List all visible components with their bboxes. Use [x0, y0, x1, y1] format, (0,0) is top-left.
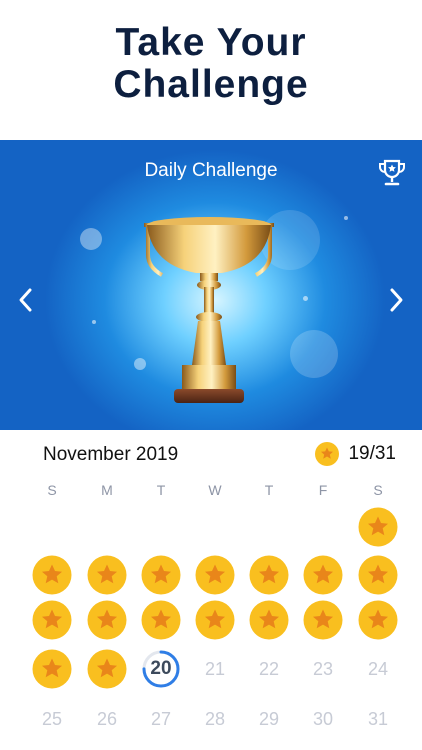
star-coin-icon	[195, 600, 235, 640]
star-coin-icon	[249, 600, 289, 640]
completed-day-12[interactable]	[141, 600, 181, 640]
day-number: 26	[96, 708, 118, 729]
page-headline: Take Your Challenge	[0, 22, 422, 106]
weekday-label: T	[156, 482, 166, 498]
star-coin-icon	[303, 555, 343, 595]
star-coin-icon	[195, 555, 235, 595]
day-number: 25	[41, 708, 63, 729]
star-coin-icon	[87, 555, 127, 595]
bokeh-light	[92, 320, 96, 324]
day-31[interactable]: 31	[358, 699, 398, 739]
day-number: 28	[204, 708, 226, 729]
challenge-progress: 19/31	[315, 442, 396, 466]
completed-day-11[interactable]	[87, 600, 127, 640]
day-30[interactable]: 30	[303, 699, 343, 739]
completed-day-7[interactable]	[249, 555, 289, 595]
star-coin-icon	[249, 555, 289, 595]
star-coin-icon	[358, 600, 398, 640]
day-number: 31	[367, 708, 389, 729]
star-coin-icon	[32, 555, 72, 595]
banner-title: Daily Challenge	[144, 160, 278, 181]
completed-day-3[interactable]	[32, 555, 72, 595]
completed-day-15[interactable]	[303, 600, 343, 640]
day-24[interactable]: 24	[358, 649, 398, 689]
bokeh-light	[344, 216, 348, 220]
star-coin-icon	[315, 442, 340, 466]
chevron-left-icon[interactable]	[14, 285, 38, 315]
chevron-right-icon[interactable]	[384, 285, 408, 315]
bokeh-light	[290, 330, 338, 378]
day-number: 23	[312, 658, 334, 679]
completed-day-10[interactable]	[32, 600, 72, 640]
star-coin-icon	[32, 649, 72, 689]
day-23[interactable]: 23	[303, 649, 343, 689]
daily-challenge-banner: Daily Challenge	[0, 140, 422, 430]
bokeh-light	[80, 228, 102, 250]
star-coin-icon	[32, 600, 72, 640]
headline-line-2: Challenge	[113, 63, 309, 106]
day-number: 29	[258, 708, 280, 729]
star-coin-icon	[87, 649, 127, 689]
star-coin-icon	[141, 555, 181, 595]
headline-line-1: Take Your	[115, 21, 307, 64]
day-25[interactable]: 25	[32, 699, 72, 739]
day-26[interactable]: 26	[87, 699, 127, 739]
completed-day-9[interactable]	[358, 555, 398, 595]
weekday-label: S	[373, 482, 383, 498]
completed-day-17[interactable]	[32, 649, 72, 689]
weekday-label: M	[101, 482, 113, 498]
weekday-label: W	[208, 482, 222, 498]
trophy-star-icon[interactable]	[376, 157, 408, 189]
star-coin-icon	[87, 600, 127, 640]
weekday-label: F	[318, 482, 328, 498]
day-number: 22	[258, 658, 280, 679]
star-coin-icon	[358, 507, 398, 547]
day-21[interactable]: 21	[195, 649, 235, 689]
day-number: 27	[150, 708, 172, 729]
completed-day-13[interactable]	[195, 600, 235, 640]
trophy-illustration	[144, 217, 274, 403]
month-label: November 2019	[43, 444, 179, 465]
completed-day-4[interactable]	[87, 555, 127, 595]
day-29[interactable]: 29	[249, 699, 289, 739]
star-coin-icon	[358, 555, 398, 595]
weekday-label: T	[264, 482, 274, 498]
completed-day-14[interactable]	[249, 600, 289, 640]
today-day[interactable]: 20	[141, 649, 181, 689]
completed-day-5[interactable]	[141, 555, 181, 595]
star-coin-icon	[141, 600, 181, 640]
day-number: 30	[312, 708, 334, 729]
day-number: 24	[367, 658, 389, 679]
calendar-grid: 20 21 22 23 24 25 26 27 28 29 30 31	[0, 505, 422, 750]
bokeh-light	[303, 296, 308, 301]
today-day-number: 20	[150, 658, 172, 679]
completed-day-6[interactable]	[195, 555, 235, 595]
completed-day-2[interactable]	[358, 507, 398, 547]
calendar-header: November 2019 19/31	[0, 430, 422, 478]
day-27[interactable]: 27	[141, 699, 181, 739]
day-28[interactable]: 28	[195, 699, 235, 739]
day-number: 21	[204, 658, 226, 679]
star-coin-icon	[303, 600, 343, 640]
completed-day-8[interactable]	[303, 555, 343, 595]
day-22[interactable]: 22	[249, 649, 289, 689]
weekday-header: SMTWTFS	[0, 482, 422, 500]
progress-count: 19/31	[348, 443, 396, 464]
completed-day-16[interactable]	[358, 600, 398, 640]
completed-day-18[interactable]	[87, 649, 127, 689]
weekday-label: S	[47, 482, 57, 498]
